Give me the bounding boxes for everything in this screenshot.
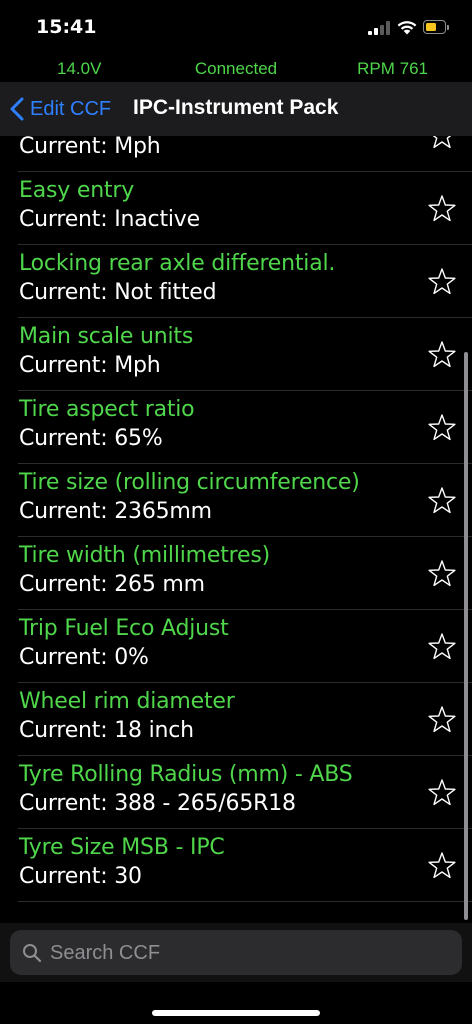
back-button[interactable]: Edit CCF <box>10 94 111 124</box>
ccf-list-items: Current: Mph Easy entry Current: Inactiv… <box>0 136 472 902</box>
star-outline-icon[interactable] <box>427 267 457 297</box>
list-item[interactable]: Locking rear axle differential. Current:… <box>18 245 472 318</box>
battery-icon <box>423 20 451 36</box>
star-outline-icon[interactable] <box>427 486 457 516</box>
item-current-value: Current: 0% <box>19 645 149 670</box>
star-outline-icon[interactable] <box>427 559 457 589</box>
ccf-list[interactable]: Current: Mph Easy entry Current: Inactiv… <box>0 136 472 923</box>
item-current-value: Current: 388 - 265/65R18 <box>19 791 296 816</box>
star-outline-icon[interactable] <box>427 705 457 735</box>
page-title: IPC-Instrument Pack <box>133 96 339 119</box>
item-current-value: Current: Inactive <box>19 207 200 232</box>
star-outline-icon[interactable] <box>427 413 457 443</box>
item-title: Tyre Size MSB - IPC <box>19 835 225 860</box>
star-outline-icon[interactable] <box>427 340 457 370</box>
list-item[interactable]: Tire size (rolling circumference) Curren… <box>18 464 472 537</box>
list-item[interactable]: Easy entry Current: Inactive <box>18 172 472 245</box>
star-outline-icon[interactable] <box>427 851 457 881</box>
item-current-value: Current: 18 inch <box>19 718 194 743</box>
star-outline-icon[interactable] <box>427 778 457 808</box>
star-outline-icon[interactable] <box>427 194 457 224</box>
item-title: Easy entry <box>19 178 135 203</box>
status-bar: 15:41 <box>0 0 472 54</box>
item-title: Tyre Rolling Radius (mm) - ABS <box>19 762 353 787</box>
star-outline-icon[interactable] <box>427 632 457 662</box>
scroll-indicator[interactable] <box>464 352 468 920</box>
list-item[interactable]: Wheel rim diameter Current: 18 inch <box>18 683 472 756</box>
item-current-value: Current: 2365mm <box>19 499 212 524</box>
item-title: Tire width (millimetres) <box>19 543 270 568</box>
item-title: Main scale units <box>19 324 194 349</box>
item-title: Tire aspect ratio <box>19 397 195 422</box>
item-current-value: Current: 265 mm <box>19 572 205 597</box>
chevron-left-icon <box>10 97 24 121</box>
telemetry-bar: 14.0V Connected RPM 761 <box>0 54 472 82</box>
rpm-readout: RPM 761 <box>357 59 428 78</box>
home-area <box>0 982 472 1024</box>
item-current-value: Current: 30 <box>19 864 142 889</box>
item-title: Tire size (rolling circumference) <box>19 470 360 495</box>
list-item[interactable]: Tyre Size MSB - IPC Current: 30 <box>18 829 472 902</box>
cellular-signal-icon <box>368 21 390 35</box>
search-input[interactable] <box>48 936 452 971</box>
search-field[interactable] <box>10 930 462 975</box>
item-current-value: Current: 65% <box>19 426 163 451</box>
item-title: Locking rear axle differential. <box>19 251 336 276</box>
search-icon <box>23 944 42 963</box>
list-item[interactable]: Current: Mph <box>18 136 472 172</box>
item-current-value: Current: Mph <box>19 136 161 159</box>
list-item[interactable]: Trip Fuel Eco Adjust Current: 0% <box>18 610 472 683</box>
item-title: Wheel rim diameter <box>19 689 235 714</box>
navigation-bar: Edit CCF IPC-Instrument Pack <box>0 82 472 136</box>
home-indicator[interactable] <box>152 1010 320 1016</box>
list-item[interactable]: Tire aspect ratio Current: 65% <box>18 391 472 464</box>
star-outline-icon[interactable] <box>427 136 457 151</box>
wifi-icon <box>397 21 417 35</box>
list-item[interactable]: Tire width (millimetres) Current: 265 mm <box>18 537 472 610</box>
list-item[interactable]: Tyre Rolling Radius (mm) - ABS Current: … <box>18 756 472 829</box>
list-item[interactable]: Main scale units Current: Mph <box>18 318 472 391</box>
search-bar <box>0 923 472 982</box>
item-current-value: Current: Not fitted <box>19 280 217 305</box>
back-button-label: Edit CCF <box>30 97 112 120</box>
item-title: Trip Fuel Eco Adjust <box>19 616 229 641</box>
status-time: 15:41 <box>36 16 97 38</box>
item-current-value: Current: Mph <box>19 353 161 378</box>
